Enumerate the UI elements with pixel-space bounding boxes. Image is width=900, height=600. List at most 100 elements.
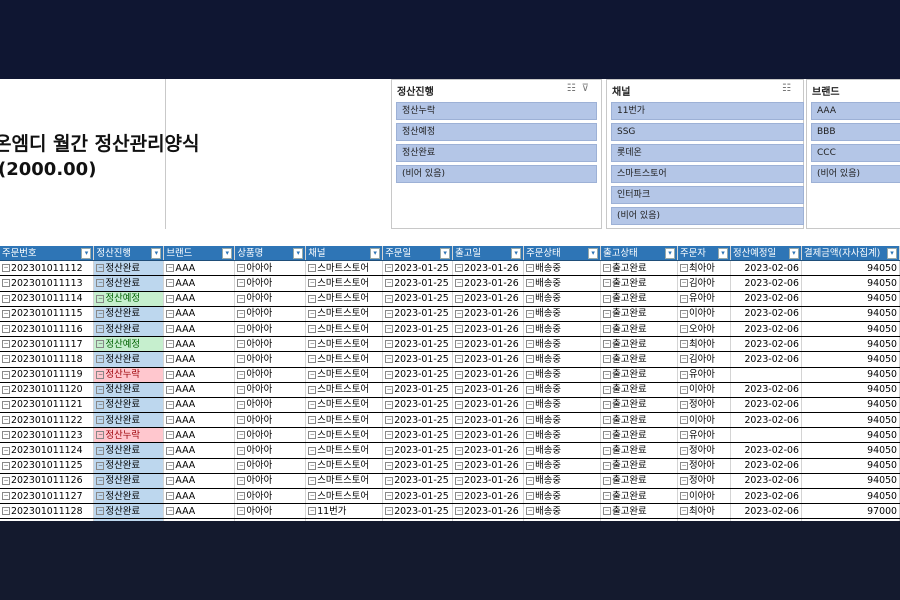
collapse-icon[interactable]: − [2, 340, 10, 349]
table-cell[interactable]: −정산완료 [93, 442, 165, 459]
table-cell[interactable]: − 스마트스토어 [305, 488, 384, 505]
table-cell[interactable]: −2023-01-25 [382, 458, 454, 474]
filter-dropdown-icon[interactable]: ▾ [440, 248, 451, 259]
slicer-multiselect-icon[interactable]: ☷ [782, 83, 797, 94]
collapse-icon[interactable]: − [96, 294, 105, 303]
slicer-multiselect-icon[interactable]: ☷⊽ [567, 83, 595, 94]
collapse-icon[interactable]: − [166, 416, 175, 425]
collapse-icon[interactable]: − [455, 370, 464, 379]
table-cell[interactable]: −202301011124 [0, 442, 95, 459]
spreadsheet-area[interactable]: 온엠디 월간 정산관리양식 (2000.00) 정산진행 ☷⊽ 정산누락 정산예… [0, 79, 900, 521]
table-cell[interactable]: − AAA [163, 382, 236, 398]
table-cell[interactable]: − 스마트스토어 [305, 336, 384, 353]
collapse-icon[interactable]: − [526, 385, 535, 394]
table-cell[interactable]: −2023-01-26 [452, 397, 525, 414]
table-cell[interactable]: −11번가 [305, 503, 384, 520]
table-cell[interactable]: −202301011117 [0, 336, 95, 353]
table-cell[interactable]: − 아아아 [234, 412, 307, 429]
table-cell[interactable]: −202301011123 [0, 427, 95, 444]
slicer-item[interactable]: 정산누락 [396, 102, 597, 120]
table-cell[interactable]: − 정아아 [677, 397, 731, 414]
table-cell[interactable]: − 정산누락 [93, 367, 165, 383]
slicer-channel[interactable]: 채널 ☷ 11번가 SSG 롯데온 스마트스토어 인터파크 (비어 있음) [606, 79, 804, 229]
collapse-icon[interactable]: − [526, 370, 535, 379]
collapse-icon[interactable]: − [680, 385, 688, 394]
table-cell[interactable]: − AAA [163, 397, 236, 414]
collapse-icon[interactable]: − [603, 340, 612, 349]
collapse-icon[interactable]: − [526, 355, 535, 364]
table-cell[interactable]: −배송중 [523, 275, 602, 292]
table-cell[interactable]: − 스마트스토어 [305, 382, 384, 398]
table-cell[interactable]: −2023-01-26 [452, 351, 525, 368]
table-cell[interactable]: 2023-02-06 [730, 260, 802, 277]
collapse-icon[interactable]: − [385, 370, 394, 379]
table-cell[interactable]: 94050 [801, 412, 900, 429]
collapse-icon[interactable]: − [455, 340, 464, 349]
collapse-icon[interactable]: − [526, 294, 535, 303]
collapse-icon[interactable]: − [237, 507, 246, 516]
table-cell[interactable]: − 스마트스토어 [305, 397, 384, 414]
slicer-item[interactable]: (비어 있음) [811, 165, 900, 183]
table-cell[interactable]: −202301011114 [0, 291, 95, 307]
table-cell[interactable]: 2023-02-06 [730, 336, 802, 353]
filter-dropdown-icon[interactable]: ▾ [293, 248, 304, 259]
collapse-icon[interactable]: − [166, 385, 175, 394]
table-cell[interactable]: − 김아아 [677, 351, 731, 368]
table-cell[interactable]: −배송중 [523, 260, 602, 277]
table-row[interactable]: −202301011115− 정산완료 − AAA − 아아아 − 스마트스토어 −2023-0… [0, 306, 900, 322]
column-header[interactable]: 정산진행 ▾ [93, 246, 165, 262]
table-row[interactable]: −202301011127− 정산완료 − AAA − 아아아 − 스마트스토어 −2023-0… [0, 488, 900, 505]
table-cell[interactable]: 2023-02-06 [730, 488, 802, 505]
table-cell[interactable]: −정산완료 [93, 397, 165, 414]
collapse-icon[interactable]: − [455, 264, 464, 273]
table-cell[interactable]: −배송중 [523, 291, 602, 307]
collapse-icon[interactable]: − [96, 492, 105, 501]
collapse-icon[interactable]: − [166, 446, 175, 455]
collapse-icon[interactable]: − [385, 461, 394, 470]
table-cell[interactable]: − 정아아 [677, 473, 731, 490]
table-cell[interactable]: −정산완료 [93, 412, 165, 429]
table-cell[interactable]: −202301011112 [0, 260, 95, 277]
table-cell[interactable]: − 스마트스토어 [305, 321, 384, 338]
table-cell[interactable]: −2023-01-25 [382, 503, 454, 520]
collapse-icon[interactable]: − [526, 416, 535, 425]
collapse-icon[interactable]: − [603, 461, 612, 470]
collapse-icon[interactable]: − [680, 340, 688, 349]
table-row[interactable]: −202301011126− 정산완료 − AAA − 아아아 − 스마트스토어 −2023-0… [0, 473, 900, 490]
table-cell[interactable]: − 스마트스토어 [305, 351, 384, 368]
slicer-item[interactable]: (비어 있음) [396, 165, 597, 183]
table-cell[interactable]: −2023-01-25 [382, 427, 454, 444]
collapse-icon[interactable]: − [2, 294, 10, 303]
table-cell[interactable]: −출고완료 [600, 503, 678, 520]
collapse-icon[interactable]: − [308, 416, 317, 425]
collapse-icon[interactable]: − [237, 355, 246, 364]
table-cell[interactable]: − AAA [163, 291, 236, 307]
table-cell[interactable]: 2023-02-06 [730, 473, 802, 490]
collapse-icon[interactable]: − [603, 416, 612, 425]
table-cell[interactable]: −202301011127 [0, 488, 95, 505]
table-cell[interactable]: −2023-01-26 [452, 367, 525, 383]
collapse-icon[interactable]: − [526, 309, 535, 318]
collapse-icon[interactable]: − [237, 279, 246, 288]
table-cell[interactable]: − 스마트스토어 [305, 427, 384, 444]
table-cell[interactable]: −2023-01-26 [452, 306, 525, 322]
collapse-icon[interactable]: − [96, 461, 105, 470]
collapse-icon[interactable]: − [308, 507, 317, 516]
table-cell[interactable]: −정산완료 [93, 351, 165, 368]
column-header[interactable]: 주문번호 ▾ [0, 246, 95, 262]
table-cell[interactable]: −2023-01-25 [382, 442, 454, 459]
table-cell[interactable]: −배송중 [523, 367, 602, 383]
table-cell[interactable]: − 정산예정 [93, 336, 165, 353]
collapse-icon[interactable]: − [2, 279, 10, 288]
collapse-icon[interactable]: − [96, 355, 105, 364]
table-cell[interactable]: 97000 [801, 503, 900, 520]
collapse-icon[interactable]: − [385, 492, 394, 501]
collapse-icon[interactable]: − [308, 385, 317, 394]
table-cell[interactable]: − AAA [163, 321, 236, 338]
collapse-icon[interactable]: − [166, 492, 175, 501]
collapse-icon[interactable]: − [308, 446, 317, 455]
table-cell[interactable]: −2023-01-25 [382, 367, 454, 383]
collapse-icon[interactable]: − [455, 355, 464, 364]
table-cell[interactable]: −2023-01-26 [452, 382, 525, 398]
collapse-icon[interactable]: − [2, 431, 10, 440]
